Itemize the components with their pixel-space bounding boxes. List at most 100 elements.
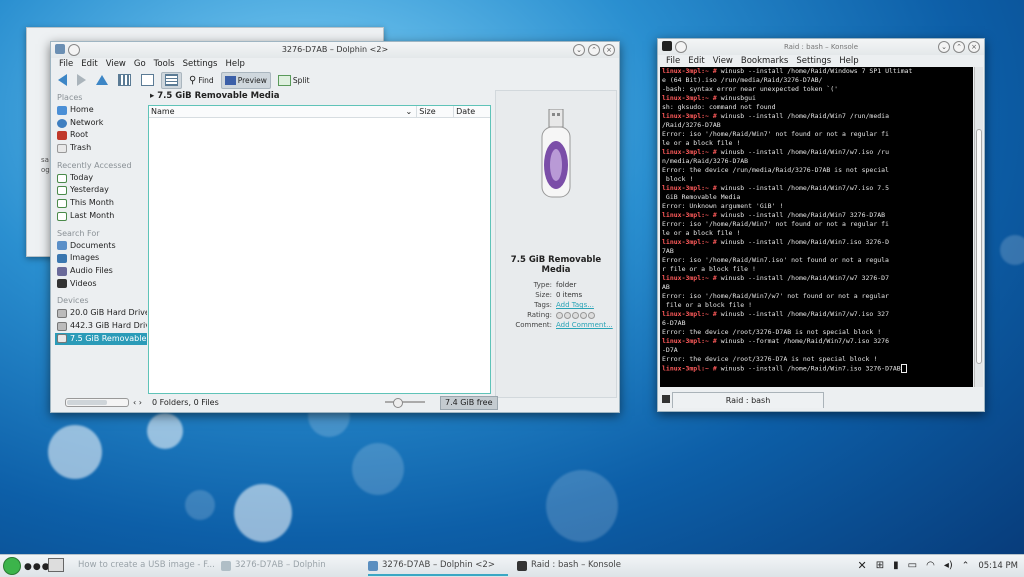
application-launcher-icon[interactable] [3,557,21,575]
tools-icon[interactable]: ✕ [858,559,867,572]
rating-stars[interactable] [556,310,595,320]
document-icon [57,241,67,251]
new-tab-icon[interactable] [662,395,670,403]
star-icon[interactable] [556,311,563,319]
breadcrumb[interactable]: ▸ 7.5 GiB Removable Media [148,90,491,103]
clock[interactable]: 05:14 PM [978,561,1018,571]
sidebar-item-root[interactable]: Root [55,129,147,142]
star-icon[interactable] [588,311,595,319]
terminal-line: block ! [662,175,971,184]
pin-icon[interactable] [675,41,687,53]
column-size[interactable]: Size [417,106,455,117]
wifi-icon[interactable]: ◠ [926,560,935,571]
task-konsole[interactable]: Raid : bash – Konsole [517,557,621,574]
maximize-button[interactable]: ⌃ [588,44,600,56]
star-icon[interactable] [572,311,579,319]
sidebar-item-today[interactable]: Today [55,172,147,185]
sidebar-item-audio[interactable]: Audio Files [55,265,147,278]
menu-go[interactable]: Go [130,58,150,71]
pin-icon[interactable] [68,44,80,56]
zoom-slider-handle[interactable] [393,398,403,408]
column-name[interactable]: Name ⌄ [149,106,418,117]
battery-icon[interactable]: ▭ [908,560,917,571]
size-label: Size: [535,291,552,299]
expand-tray-icon[interactable]: ⌃ [962,561,970,571]
sidebar-item-label: This Month [70,198,114,208]
scrollbar-thumb[interactable] [976,129,982,364]
minimize-button[interactable]: ⌄ [938,41,950,53]
forward-button[interactable] [74,73,89,88]
split-button[interactable]: Split [275,73,313,88]
minimize-button[interactable]: ⌄ [573,44,585,56]
terminal-text: le or a block file ! [662,229,741,237]
sidebar-item-hard-drive-2[interactable]: 442.3 GiB Hard Drive [55,320,147,333]
sidebar-item-yesterday[interactable]: Yesterday [55,184,147,197]
tab-raid-bash[interactable]: Raid : bash [672,392,824,408]
menu-file[interactable]: File [55,58,77,71]
konsole-titlebar[interactable]: Raid : bash – Konsole ⌄ ⌃ × [658,39,984,55]
star-icon[interactable] [580,311,587,319]
sidebar-item-last-month[interactable]: Last Month [55,210,147,223]
task-dolphin-2[interactable]: 3276-D7AB – Dolphin <2> [368,557,508,576]
menu-edit[interactable]: Edit [77,58,101,71]
close-button[interactable]: × [603,44,615,56]
file-list[interactable]: Name ⌄ Size Date [148,105,491,394]
sidebar-item-documents[interactable]: Documents [55,240,147,253]
dolphin-titlebar[interactable]: 3276-D7AB – Dolphin <2> ⌄ ⌃ × [51,42,619,58]
sidebar-item-removable-media[interactable]: 7.5 GiB Removable Media [55,332,147,346]
volume-icon[interactable]: ◂) [944,560,953,571]
sidebar-item-trash[interactable]: Trash [55,142,147,155]
sidebar-item-this-month[interactable]: This Month [55,197,147,210]
maximize-button[interactable]: ⌃ [953,41,965,53]
menu-settings[interactable]: Settings [179,58,222,71]
shell-prompt: linux-3mpl:~ # [662,112,717,120]
terminal-text: winusb --install /home/Raid/Windows 7 SP… [716,67,913,75]
back-button[interactable] [55,73,70,88]
up-button[interactable] [93,73,111,88]
terminal-scrollbar[interactable] [974,67,983,387]
add-tags-link[interactable]: Add Tags... [556,300,594,310]
menu-tools[interactable]: Tools [150,58,179,71]
menu-help[interactable]: Help [222,58,249,71]
details-icon [165,74,178,86]
places-scrollbar[interactable] [65,398,129,407]
close-button[interactable]: × [968,41,980,53]
add-comment-link[interactable]: Add Comment... [556,320,613,330]
star-icon[interactable] [564,311,571,319]
terminal-line: /Raid/3276-D7AB [662,121,971,130]
sidebar-item-label: Root [70,130,89,140]
sidebar-item-network[interactable]: Network [55,117,147,130]
terminal-line: linux-3mpl:~ # winusb --format /home/Rai… [662,337,971,346]
zoom-slider[interactable] [385,398,425,408]
app-icon[interactable] [55,44,65,54]
column-name-label: Name [151,107,175,116]
network-manager-icon[interactable]: ⊞ [876,560,884,571]
sidebar-item-home[interactable]: Home [55,104,147,117]
dolphin-window[interactable]: 3276-D7AB – Dolphin <2> ⌄ ⌃ × File Edit … [50,41,620,413]
sidebar-item-label: 442.3 GiB Hard Drive [70,320,147,330]
details-view-button[interactable] [161,71,182,89]
preview-button[interactable]: Preview [220,71,271,89]
column-date[interactable]: Date [454,106,490,117]
sidebar-item-label: Network [70,117,104,127]
icons-view-button[interactable] [115,73,134,88]
device-notifier-icon[interactable]: ▮ [893,560,899,571]
task-dolphin[interactable]: 3276-D7AB – Dolphin [221,557,326,574]
free-space-badge: 7.4 GiB free [440,396,498,410]
terminal-output[interactable]: linux-3mpl:~ # winusb --install /home/Ra… [660,67,973,387]
scroll-arrows[interactable]: ‹ › [133,398,142,407]
pager-icon[interactable]: ●●● [24,562,51,572]
konsole-window[interactable]: Raid : bash – Konsole ⌄ ⌃ × File Edit Vi… [657,38,985,412]
terminal-app-icon[interactable] [662,41,672,51]
task-browser[interactable]: How to create a USB image - F... [74,557,214,574]
find-button[interactable]: ⚲ Find [186,73,217,88]
calendar-icon [57,211,67,221]
sidebar-item-hard-drive-1[interactable]: 20.0 GiB Hard Drive [55,307,147,320]
terminal-text: r file or a block file ! [662,265,756,273]
sidebar-item-videos[interactable]: Videos [55,278,147,291]
terminal-line: Error: iso '/home/Raid/Win7' not found o… [662,130,971,139]
compact-view-button[interactable] [138,73,157,88]
show-desktop-icon[interactable] [48,558,64,572]
menu-view[interactable]: View [102,58,130,71]
sidebar-item-images[interactable]: Images [55,252,147,265]
